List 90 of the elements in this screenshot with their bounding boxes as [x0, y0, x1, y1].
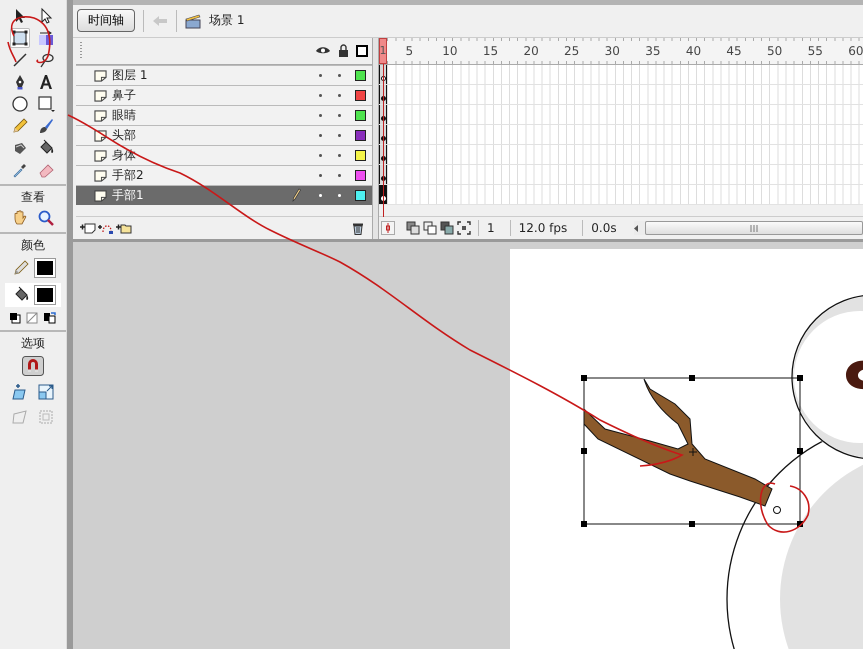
add-folder-icon[interactable]: [116, 222, 132, 234]
no-color-icon[interactable]: [26, 312, 38, 324]
frame-number: 55: [806, 44, 824, 58]
scene-name[interactable]: 场景 1: [209, 12, 244, 30]
scroll-left-icon[interactable]: [634, 224, 639, 232]
layer-name: 手部1: [112, 186, 145, 204]
stroke-color-swatch[interactable]: [35, 259, 55, 277]
free-transform-icon[interactable]: [10, 28, 30, 48]
layer-color-square[interactable]: [355, 70, 366, 81]
frame-number: 5: [404, 44, 414, 58]
timeline-toggle-button[interactable]: 时间轴: [77, 9, 135, 32]
frame-number: 20: [522, 44, 540, 58]
frame-number: 35: [644, 44, 662, 58]
layer-page-icon: [94, 190, 107, 202]
frame-number: 25: [563, 44, 580, 58]
layer-page-icon: [94, 110, 107, 122]
layer-color-square[interactable]: [355, 110, 366, 121]
layer-page-icon: [94, 70, 107, 82]
grip-lines-icon: [750, 224, 758, 232]
current-frame-field: 1: [478, 220, 503, 236]
layer-page-icon: [94, 150, 107, 162]
default-colors-icon[interactable]: [9, 312, 21, 324]
frame-number: 30: [604, 44, 621, 58]
visibility-dot[interactable]: [319, 154, 322, 157]
outline-square-icon[interactable]: [356, 44, 368, 57]
add-guide-layer-icon[interactable]: [98, 222, 114, 234]
magnet-icon[interactable]: [22, 356, 44, 376]
layer-color-square[interactable]: [355, 190, 366, 201]
layer-row[interactable]: 头部: [76, 124, 372, 145]
visibility-dot[interactable]: [319, 74, 322, 77]
add-layer-icon[interactable]: [80, 222, 96, 234]
visibility-dot[interactable]: [319, 174, 322, 177]
layer-color-square[interactable]: [355, 150, 366, 161]
lock-dot[interactable]: [338, 94, 341, 97]
frame-number: 50: [766, 44, 784, 58]
frame-number: 60: [847, 44, 863, 58]
selection-bounding-box[interactable]: [581, 375, 803, 527]
circle-tool-icon[interactable]: [10, 94, 30, 114]
edit-multiple-frames-icon[interactable]: [440, 221, 454, 235]
visibility-dot[interactable]: [319, 194, 322, 197]
lock-dot[interactable]: [338, 154, 341, 157]
lock-dot[interactable]: [338, 74, 341, 77]
lock-icon[interactable]: [338, 44, 349, 58]
section-heading: 查看: [21, 189, 45, 205]
elapsed-time-field: 0.0s: [582, 220, 625, 236]
frame-number: 15: [482, 44, 500, 58]
crosshair-icon: [688, 448, 698, 456]
eye-icon[interactable]: [315, 46, 331, 56]
section-heading: 选项: [21, 335, 45, 351]
layer-row[interactable]: 眼睛: [76, 104, 372, 125]
layer-name: 图层 1: [112, 66, 148, 84]
layer-row[interactable]: 手部2: [76, 164, 372, 185]
swap-colors-icon[interactable]: [43, 312, 57, 324]
layer-row[interactable]: 鼻子: [76, 84, 372, 105]
center-playhead-icon[interactable]: [381, 221, 395, 235]
visibility-dot[interactable]: [319, 94, 322, 97]
layer-page-icon: [94, 90, 107, 102]
onion-skin-icon[interactable]: [406, 221, 420, 235]
clapperboard-icon: [185, 12, 201, 29]
layer-row[interactable]: 图层 1: [76, 64, 372, 85]
magnifier-icon[interactable]: [36, 208, 56, 228]
fill-color-swatch[interactable]: [35, 286, 55, 304]
layer-page-icon: [94, 170, 107, 182]
lock-dot[interactable]: [338, 134, 341, 137]
lock-dot[interactable]: [338, 114, 341, 117]
rectangle-tool-icon[interactable]: [36, 94, 56, 114]
scale-icon[interactable]: [37, 383, 55, 401]
frame-number: 45: [725, 44, 743, 58]
layer-row[interactable]: 手部1: [76, 184, 372, 205]
layer-color-square[interactable]: [355, 170, 366, 181]
onion-markers-icon[interactable]: [457, 221, 471, 235]
trash-icon[interactable]: [352, 222, 364, 234]
layer-color-square[interactable]: [355, 90, 366, 101]
layer-color-square[interactable]: [355, 130, 366, 141]
transform-point-handle[interactable]: [773, 506, 781, 514]
onion-outline-icon[interactable]: [423, 221, 437, 235]
pencil-icon: [291, 188, 301, 202]
layer-name: 眼睛: [112, 106, 137, 124]
lock-dot[interactable]: [338, 194, 341, 197]
layer-name: 手部2: [112, 166, 145, 184]
layer-name: 鼻子: [112, 86, 137, 104]
layer-name: 头部: [112, 126, 137, 144]
visibility-dot[interactable]: [319, 134, 322, 137]
section-heading: 颜色: [21, 237, 45, 253]
gradient-transform-icon[interactable]: [36, 28, 56, 48]
visibility-dot[interactable]: [319, 114, 322, 117]
frame-number: 40: [684, 44, 702, 58]
frame-number: 10: [441, 44, 459, 58]
frame-rate-field[interactable]: 12.0 fps: [510, 220, 576, 236]
lock-dot[interactable]: [338, 174, 341, 177]
